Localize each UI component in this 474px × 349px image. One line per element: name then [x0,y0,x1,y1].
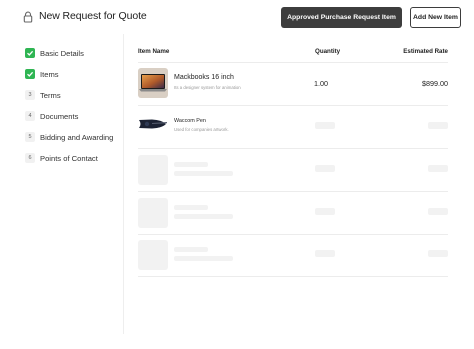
step-number: 3 [25,90,35,100]
step-number: 5 [25,132,35,142]
check-icon [25,69,35,79]
row-divider [138,105,448,106]
laptop-thumbnail-icon [138,68,168,98]
rate-placeholder [428,250,448,257]
add-new-item-button[interactable]: Add New Item [410,7,461,28]
sidebar-divider [123,34,124,334]
description-placeholder [174,256,233,261]
row-divider [138,191,448,192]
step-terms[interactable]: 3 Terms [25,89,61,101]
approved-purchase-request-item-button[interactable]: Approved Purchase Request Item [281,7,402,28]
column-header-estimated-rate: Estimated Rate [403,48,448,55]
step-label: Items [40,69,59,79]
step-number: 4 [25,111,35,121]
thumbnail-placeholder [138,155,168,185]
name-placeholder [174,205,208,210]
step-documents[interactable]: 4 Documents [25,110,78,122]
quantity-placeholder [315,165,335,172]
step-basic-details[interactable]: Basic Details [25,47,84,59]
header: New Request for Quote Approved Purchase … [0,0,474,34]
step-number: 6 [25,153,35,163]
description-placeholder [174,214,233,219]
lock-icon [23,11,33,23]
item-description: Used for companies artwork. [174,127,229,132]
row-divider [138,276,448,277]
description-placeholder [174,171,233,176]
row-divider [138,234,448,235]
name-placeholder [174,162,208,167]
item-description: Its a designer system for animation [174,85,241,90]
quantity-placeholder [315,122,335,129]
pen-tablet-thumbnail-icon [138,110,168,140]
name-placeholder [174,247,208,252]
thumbnail-placeholder [138,240,168,270]
step-label: Bidding and Awarding [40,132,114,142]
step-label: Points of Contact [40,153,98,163]
rate-placeholder [428,122,448,129]
item-estimated-rate[interactable]: $899.00 [422,79,448,88]
step-bidding-and-awarding[interactable]: 5 Bidding and Awarding [25,131,113,143]
step-label: Documents [40,111,79,121]
step-points-of-contact[interactable]: 6 Points of Contact [25,152,98,164]
item-name: Mackbooks 16 inch [174,74,234,81]
quantity-placeholder [315,250,335,257]
step-label: Terms [40,90,61,100]
step-items[interactable]: Items [25,68,59,80]
page-title: New Request for Quote [39,10,147,22]
rate-placeholder [428,165,448,172]
quantity-placeholder [315,208,335,215]
thumbnail-placeholder [138,198,168,228]
row-divider [138,62,448,63]
item-quantity[interactable]: 1.00 [314,79,328,88]
check-icon [25,48,35,58]
rate-placeholder [428,208,448,215]
item-name: Waccom Pen [174,118,206,124]
column-header-quantity: Quantity [315,48,341,55]
row-divider [138,148,448,149]
step-label: Basic Details [40,48,84,58]
column-header-item-name: Item Name [138,48,170,55]
